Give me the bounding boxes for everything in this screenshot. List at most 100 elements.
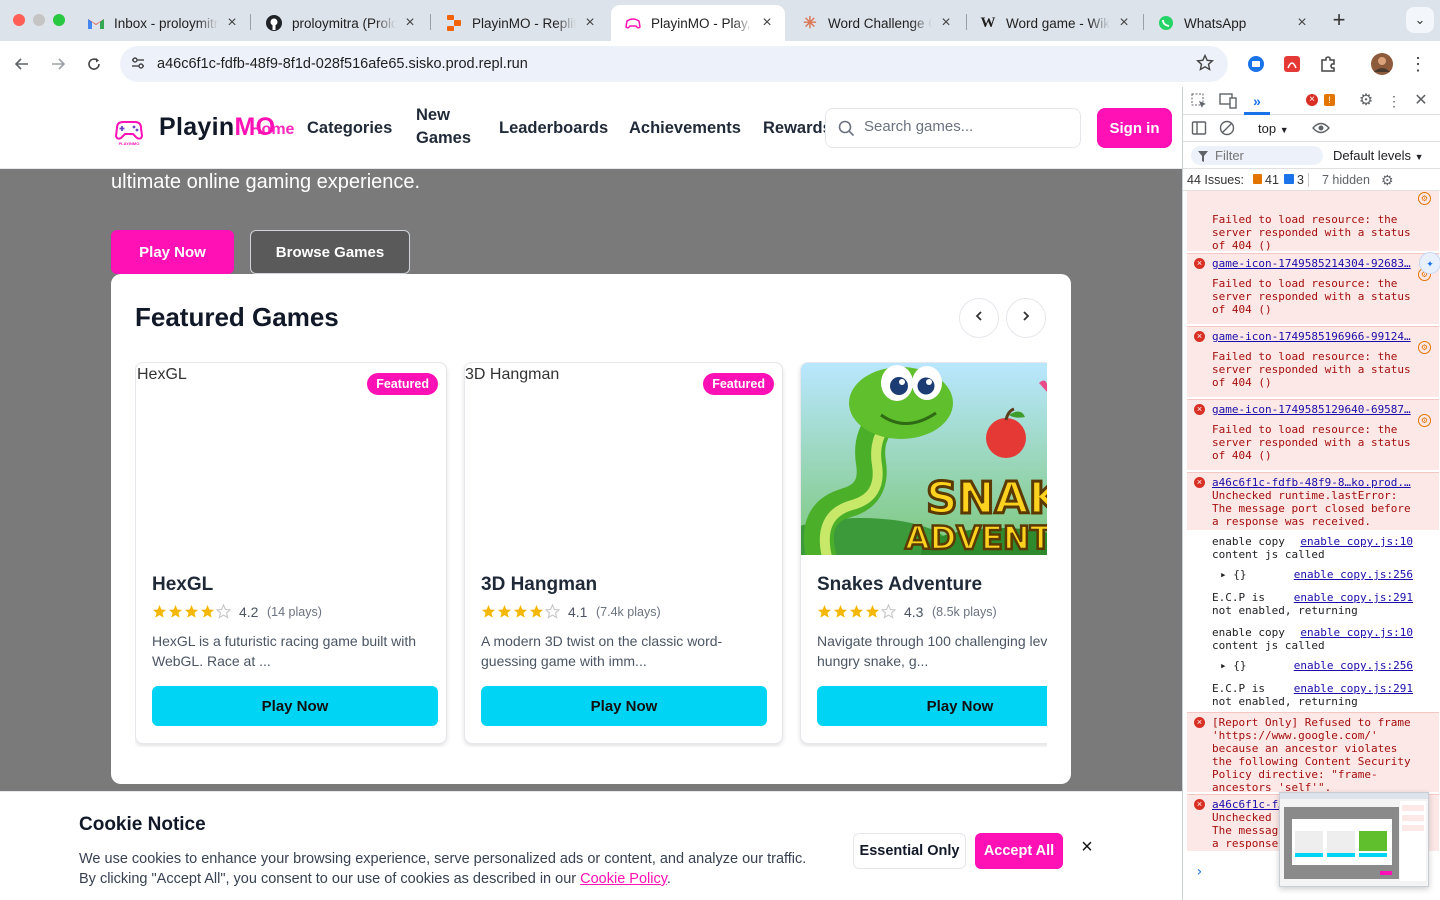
log-source-link[interactable]: enable copy.js:291 (1294, 682, 1413, 695)
log-source-link[interactable]: enable copy.js:10 (1300, 626, 1413, 639)
game-title[interactable]: 3D Hangman (481, 574, 597, 596)
dropdown-arrow-icon: ▼ (1414, 152, 1424, 162)
device-toolbar-icon[interactable] (1219, 93, 1237, 109)
close-tab-icon[interactable]: × (759, 14, 775, 32)
console-prompt-icon[interactable]: › (1195, 864, 1203, 880)
levels-label: Default levels (1333, 148, 1412, 163)
warning-issue-count[interactable]: 41 (1265, 173, 1279, 187)
play-now-button[interactable]: Play Now (152, 686, 438, 726)
address-bar[interactable]: a46c6f1c-fdfb-48f9-8f1d-028f516afe65.sis… (120, 46, 1228, 82)
clear-console-icon[interactable] (1219, 120, 1235, 136)
essential-only-button[interactable]: Essential Only (853, 833, 966, 869)
nav-leaderboards[interactable]: Leaderboards (499, 117, 608, 140)
more-panels-icon[interactable]: » (1249, 93, 1265, 109)
browser-tab-playinmo[interactable]: PlayinMO - Play, C × (611, 5, 785, 41)
error-source-link[interactable]: a46c6f1c-fdfb-48f9-8…ko.prod.… (1212, 476, 1412, 489)
warning-count-icon[interactable]: ! (1324, 94, 1335, 106)
close-tab-icon[interactable]: × (402, 14, 418, 32)
search-input[interactable] (864, 118, 1064, 135)
browser-menu-icon[interactable]: ⋮ (1405, 51, 1431, 77)
close-tab-icon[interactable]: × (224, 14, 240, 32)
ai-assist-bulb-icon[interactable]: ✦ (1419, 252, 1440, 274)
error-count-icon[interactable]: × (1306, 94, 1318, 106)
search-box (825, 108, 1081, 148)
error-source-link[interactable]: game-icon-1749585214304-92683… (1212, 257, 1412, 270)
new-tab-icon[interactable]: + (1326, 7, 1352, 33)
issues-settings-gear-icon[interactable]: ⚙ (1381, 172, 1394, 189)
maximize-window-button[interactable] (53, 14, 65, 26)
ai-insight-icon[interactable]: ⚙ (1418, 414, 1431, 427)
nav-categories[interactable]: Categories (307, 117, 392, 140)
browse-games-button[interactable]: Browse Games (250, 230, 410, 274)
issues-label[interactable]: 44 Issues: (1187, 173, 1244, 187)
game-image[interactable]: 3D Hangman Featured (465, 363, 782, 555)
play-now-button[interactable]: Play Now (481, 686, 767, 726)
tab-search-icon[interactable]: ⌄ (1406, 7, 1434, 33)
extension-translate-icon[interactable] (1243, 51, 1269, 77)
sidebar-toggle-icon[interactable] (1191, 120, 1207, 136)
close-window-button[interactable] (13, 14, 25, 26)
console-messages: ⚙ Failed to load resource: the server re… (1183, 191, 1440, 851)
live-expression-eye-icon[interactable] (1311, 121, 1331, 137)
error-source-link[interactable]: game-icon-1749585196966-99124… (1212, 330, 1412, 343)
back-icon[interactable] (9, 51, 35, 77)
nav-achievements[interactable]: Achievements (629, 117, 741, 140)
site-info-icon[interactable] (130, 55, 146, 76)
settings-gear-icon[interactable]: ⚙ (1358, 93, 1374, 109)
game-title[interactable]: HexGL (152, 574, 213, 596)
bookmark-star-icon[interactable] (1195, 53, 1215, 77)
info-issue-count[interactable]: 3 (1297, 173, 1304, 187)
profile-avatar[interactable] (1369, 51, 1395, 77)
log-levels-dropdown[interactable]: Default levels ▼ (1333, 148, 1424, 163)
close-tab-icon[interactable]: × (1294, 14, 1310, 32)
browser-tab-gmail[interactable]: Inbox - proloymitra × (74, 5, 250, 41)
game-title[interactable]: Snakes Adventure (817, 574, 982, 596)
ai-insight-icon[interactable]: ⚙ (1418, 192, 1431, 205)
console-error: × game-icon-1749585129640-69587… ⚙ Faile… (1187, 399, 1439, 470)
nav-home-link[interactable]: Home (250, 121, 294, 139)
close-devtools-icon[interactable]: ✕ (1413, 93, 1429, 109)
browser-tab-replit[interactable]: PlayinMO - Replit × (432, 5, 608, 41)
extensions-puzzle-icon[interactable] (1315, 51, 1341, 77)
featured-heading: Featured Games (135, 302, 339, 332)
context-selector[interactable]: top ▼ (1258, 121, 1289, 136)
carousel-next-button[interactable] (1006, 298, 1046, 338)
nav-rewards[interactable]: Rewards (763, 117, 832, 140)
sign-in-button[interactable]: Sign in (1097, 108, 1172, 148)
filter-input[interactable] (1215, 148, 1315, 163)
devtools-menu-icon[interactable]: ⋮ (1386, 93, 1402, 109)
browser-tab-github[interactable]: proloymitra (Proloy × (252, 5, 428, 41)
cookie-policy-link[interactable]: Cookie Policy (580, 871, 667, 887)
gamepad-logo-icon[interactable]: PLAYINMO (113, 114, 145, 146)
close-tab-icon[interactable]: × (582, 14, 598, 32)
minimize-window-button[interactable] (33, 14, 45, 26)
forward-icon[interactable] (45, 51, 71, 77)
log-source-link[interactable]: enable copy.js:256 (1294, 568, 1413, 581)
error-source-link[interactable]: game-icon-1749585129640-69587… (1212, 403, 1412, 416)
play-now-button[interactable]: Play Now (817, 686, 1047, 726)
nav-new-games[interactable]: New Games (416, 104, 486, 150)
inspect-element-icon[interactable] (1191, 93, 1207, 109)
reload-icon[interactable] (81, 51, 107, 77)
close-tab-icon[interactable]: × (938, 14, 954, 32)
game-card-3d-hangman[interactable]: 3D Hangman Featured 3D Hangman 4.1 (7.4k… (464, 362, 783, 744)
log-source-link[interactable]: enable copy.js:291 (1294, 591, 1413, 604)
hero-play-now-button[interactable]: Play Now (111, 230, 234, 274)
close-tab-icon[interactable]: × (1116, 14, 1132, 32)
game-image-snakes[interactable]: SNAK ADVENTU (801, 363, 1047, 555)
browser-tab-whatsapp[interactable]: WhatsApp × (1144, 5, 1320, 41)
close-icon[interactable]: × (1078, 837, 1096, 857)
accept-all-button[interactable]: Accept All (975, 833, 1063, 869)
log-source-link[interactable]: enable copy.js:10 (1300, 535, 1413, 548)
log-source-link[interactable]: enable copy.js:256 (1294, 659, 1413, 672)
extension-pdf-icon[interactable] (1279, 51, 1305, 77)
game-card-hexgl[interactable]: HexGL Featured HexGL 4.2 (14 plays) HexG… (135, 362, 447, 744)
game-image[interactable]: HexGL Featured (136, 363, 446, 555)
game-card-snakes-adventure[interactable]: SNAK ADVENTU Snakes Adventure 4.3 (8.5k … (800, 362, 1047, 744)
error-source-link[interactable]: a46c6f1c-f… (1212, 798, 1285, 811)
browser-tab-word-challenge[interactable]: ✳ Word Challenge Ga × (788, 5, 964, 41)
star-rating (152, 604, 231, 619)
carousel-prev-button[interactable] (959, 298, 999, 338)
ai-insight-icon[interactable]: ⚙ (1418, 341, 1431, 354)
browser-tab-wikipedia[interactable]: W Word game - Wikip × (966, 5, 1142, 41)
